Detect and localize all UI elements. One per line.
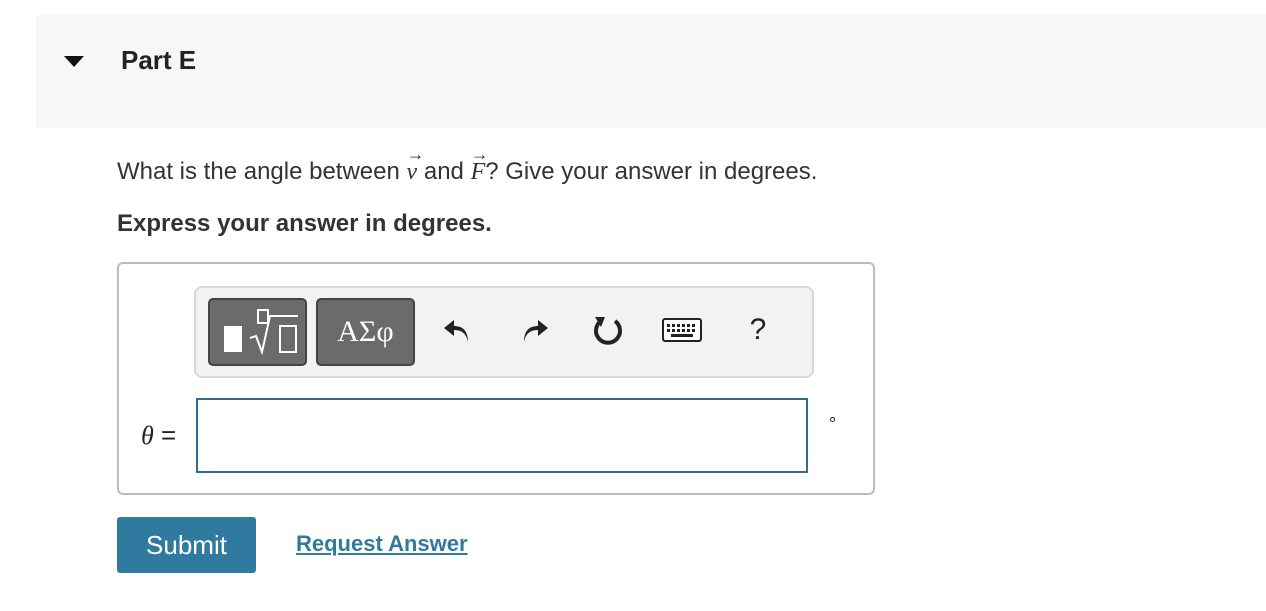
vector-v: → v [406,144,425,185]
keyboard-icon[interactable] [660,308,704,352]
question-prefix: What is the angle between [117,158,407,185]
question-suffix: ? Give your answer in degrees. [485,158,818,185]
math-toolbar: ΑΣφ ? [194,286,814,378]
help-icon[interactable]: ? [736,308,780,352]
request-answer-link[interactable]: Request Answer [296,531,468,557]
part-header[interactable]: Part E [36,15,1266,128]
answer-input[interactable] [196,398,808,473]
theta-label: θ = [141,420,176,451]
submit-button[interactable]: Submit [117,517,256,573]
question-text: What is the angle between → v and → F? Giv… [117,144,818,186]
collapse-caret-icon[interactable] [64,56,84,67]
question-middle: and [417,158,471,185]
help-label: ? [749,313,767,346]
degree-unit: ° [829,414,837,434]
redo-icon[interactable] [512,308,556,352]
templates-icon [224,309,298,356]
part-title: Part E [121,45,197,75]
equals-sign: = [161,420,177,450]
vector-f: → F [470,144,489,185]
theta-variable: θ [141,421,154,450]
templates-button[interactable] [208,298,307,366]
instruction-text: Express your answer in degrees. [117,210,492,237]
greek-symbols-button[interactable]: ΑΣφ [316,298,415,366]
answer-box: ΑΣφ ? θ = ° [117,262,875,495]
undo-icon[interactable] [436,308,480,352]
reset-icon[interactable] [586,308,630,352]
